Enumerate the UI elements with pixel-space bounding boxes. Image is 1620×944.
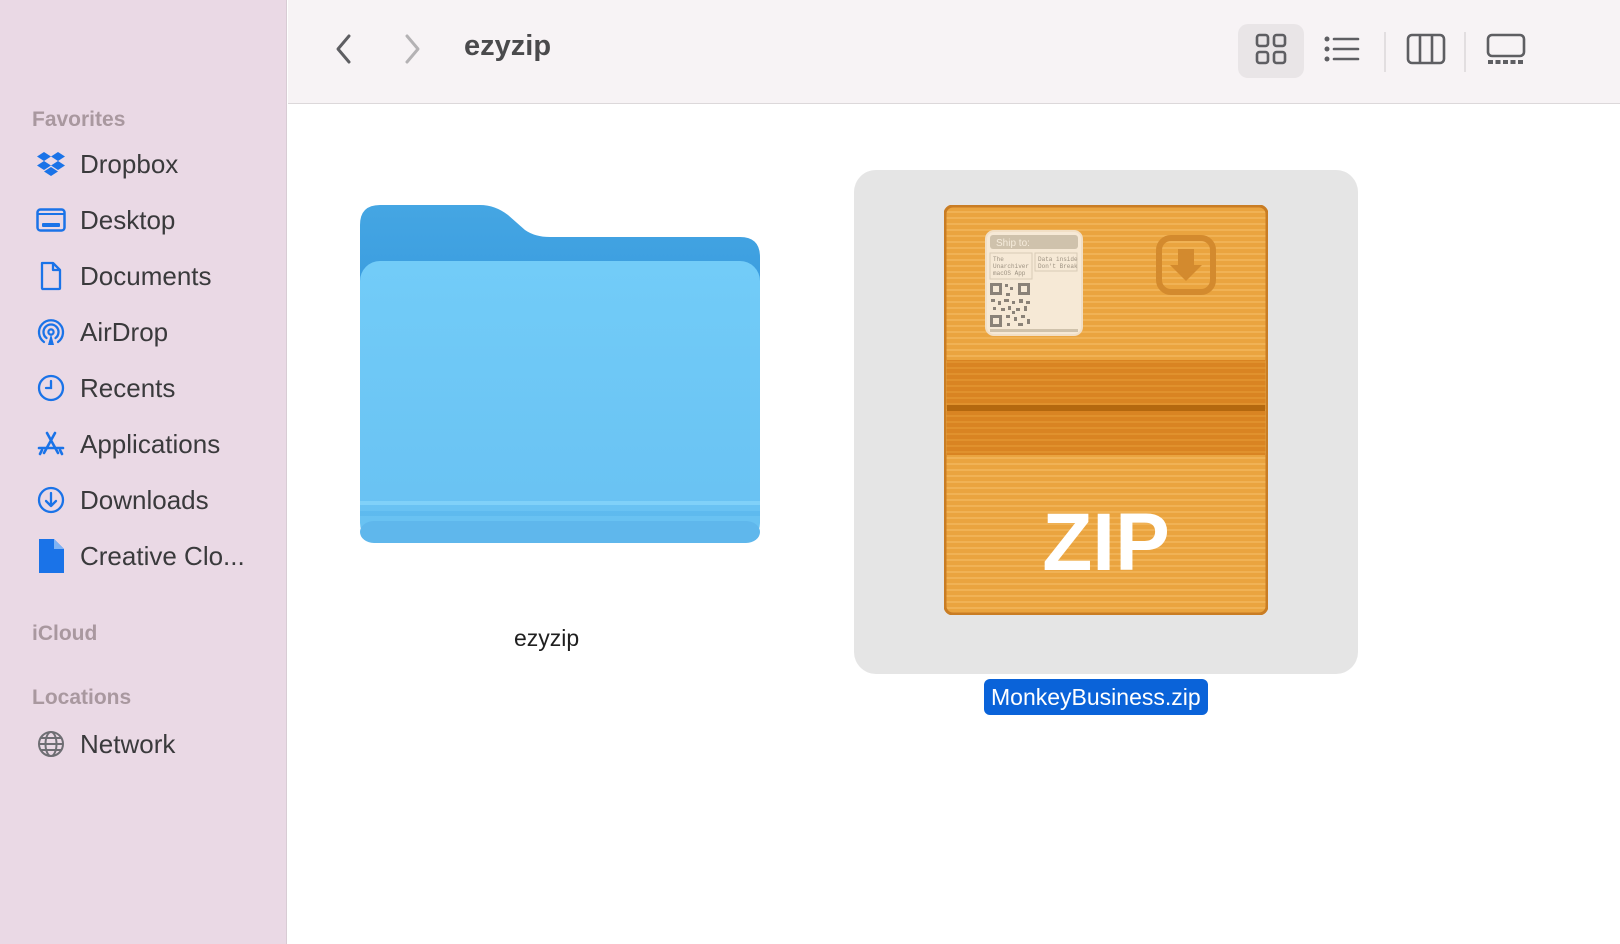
toolbar-separator — [1384, 32, 1386, 72]
file-item-zip[interactable]: Ship to: The Unarchiver macOS App Data i… — [854, 170, 1358, 730]
section-label-locations: Locations — [32, 686, 132, 709]
sidebar-item-label: AirDrop — [80, 316, 169, 347]
file-name-selected[interactable]: MonkeyBusiness.zip — [984, 679, 1208, 715]
desktop-icon — [34, 203, 68, 237]
zip-label-note-line: Don't Break — [1038, 263, 1078, 270]
zip-label-address-line: The — [993, 256, 1004, 263]
airdrop-icon — [34, 315, 68, 349]
file-name: ezyzip — [514, 625, 580, 651]
zip-label-address-line: macOS App — [993, 270, 1026, 277]
sidebar-item-documents[interactable]: Documents — [34, 256, 274, 296]
sidebar-item-dropbox[interactable]: Dropbox — [34, 144, 274, 184]
sidebar-item-label: Dropbox — [80, 148, 179, 179]
applications-icon — [34, 427, 68, 461]
finder-window: Favorites Dropbox Desktop Documents AirD… — [0, 0, 1620, 944]
sidebar-item-desktop[interactable]: Desktop — [34, 200, 274, 240]
sidebar-item-downloads[interactable]: Downloads — [34, 480, 274, 520]
zip-label-note-line: Data inside — [1038, 256, 1078, 263]
gallery-icon — [1486, 33, 1526, 70]
document-icon — [34, 259, 68, 293]
section-label-favorites: Favorites — [32, 108, 126, 131]
sidebar-item-label: Downloads — [80, 484, 209, 515]
sidebar-item-label: Network — [80, 728, 176, 759]
file-item-folder[interactable]: ezyzip — [360, 205, 780, 655]
sidebar-item-airdrop[interactable]: AirDrop — [34, 312, 274, 352]
zip-icon-text: ZIP — [1042, 497, 1170, 588]
sidebar-item-applications[interactable]: Applications — [34, 424, 274, 464]
column-view-button[interactable] — [1398, 24, 1454, 78]
sidebar-item-label: Recents — [80, 372, 176, 403]
icon-view-button[interactable] — [1238, 24, 1304, 78]
sidebar-item-label: Applications — [80, 428, 221, 459]
chevron-left-icon — [333, 33, 355, 70]
zip-label-address-line: Unarchiver — [993, 263, 1029, 270]
dropbox-icon — [34, 147, 68, 181]
section-label-icloud: iCloud — [32, 622, 98, 645]
back-button[interactable] — [324, 28, 364, 74]
sidebar-item-network[interactable]: Network — [34, 724, 274, 764]
clock-icon — [34, 371, 68, 405]
grid-icon — [1255, 33, 1287, 70]
file-icon — [34, 539, 68, 573]
sidebar: Favorites Dropbox Desktop Documents AirD… — [0, 0, 287, 944]
list-view-button[interactable] — [1314, 24, 1370, 78]
sidebar-item-label: Documents — [80, 260, 212, 291]
list-icon — [1324, 36, 1360, 67]
file-browser: ezyzip Ship to: The Unarchiver macOS App… — [288, 105, 1620, 944]
globe-icon — [34, 727, 68, 761]
sidebar-item-label: Creative Clo... — [80, 540, 245, 571]
toolbar-separator — [1464, 32, 1466, 72]
columns-icon — [1406, 33, 1446, 70]
sidebar-item-recents[interactable]: Recents — [34, 368, 274, 408]
window-title: ezyzip — [464, 30, 552, 62]
zip-label-ship-to: Ship to: — [996, 238, 1030, 249]
gallery-view-button[interactable] — [1476, 24, 1536, 78]
chevron-right-icon — [401, 33, 423, 70]
download-icon — [34, 483, 68, 517]
sidebar-item-creative-cloud[interactable]: Creative Clo... — [34, 536, 274, 576]
toolbar: ezyzip — [288, 0, 1620, 104]
sidebar-item-label: Desktop — [80, 204, 176, 235]
forward-button[interactable] — [392, 28, 432, 74]
